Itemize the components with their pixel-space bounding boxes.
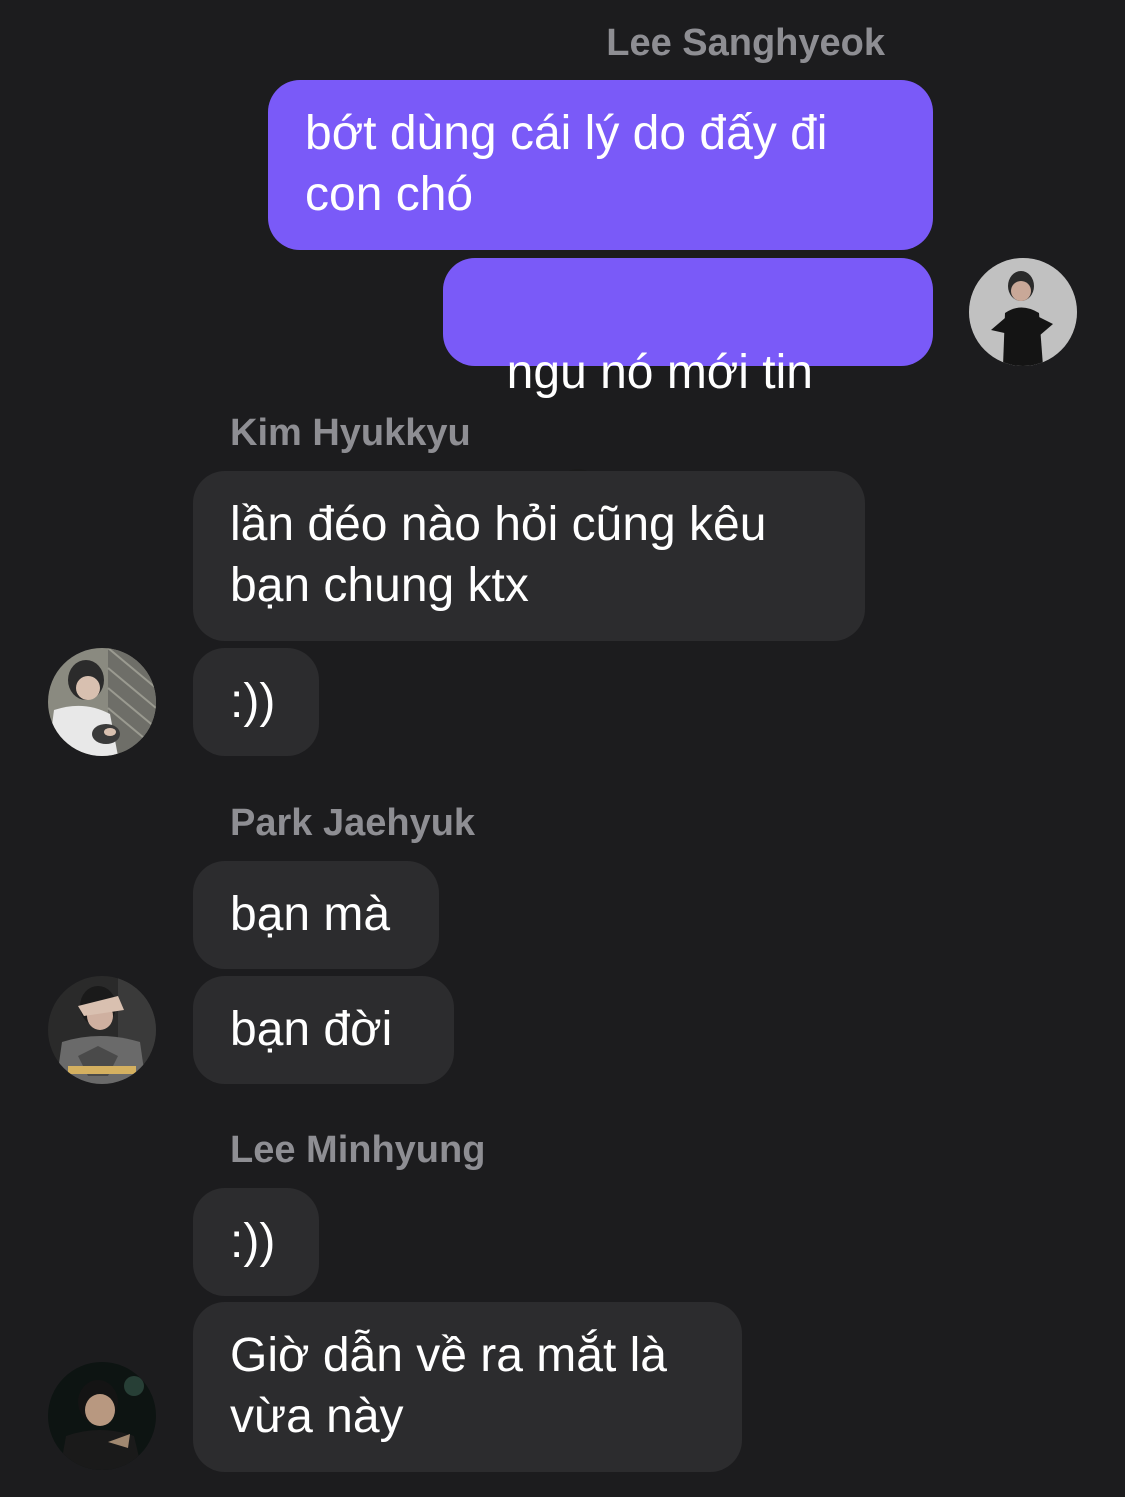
message-bubble[interactable]: Giờ dẫn về ra mắt là vừa này (193, 1302, 742, 1472)
sender-name-kim-hyukkyu: Kim Hyukkyu (230, 412, 471, 454)
message-bubble[interactable]: :)) (193, 648, 319, 756)
message-bubble[interactable]: bớt dùng cái lý do đấy đi con chó (268, 80, 933, 250)
person-dark-portrait-avatar[interactable] (48, 1362, 156, 1470)
message-text: ngu nó mới tin (506, 346, 813, 399)
sender-name-park-jaehyuk: Park Jaehyuk (230, 802, 476, 844)
person-in-black-suit-avatar[interactable] (969, 258, 1077, 366)
person-sitting-outdoors-avatar[interactable] (48, 648, 156, 756)
message-bubble[interactable]: bạn mà (193, 861, 439, 969)
message-bubble[interactable]: ngu nó mới tin (443, 258, 933, 520)
sender-name-lee-sanghyeok: Lee Sanghyeok (606, 22, 885, 64)
sender-name-lee-minhyung: Lee Minhyung (230, 1129, 486, 1171)
person-covering-face-avatar[interactable] (48, 976, 156, 1084)
message-bubble[interactable]: lần đéo nào hỏi cũng kêu bạn chung ktx (193, 471, 865, 641)
message-bubble[interactable]: :)) (193, 1188, 319, 1296)
message-bubble[interactable]: bạn đời (193, 976, 454, 1084)
